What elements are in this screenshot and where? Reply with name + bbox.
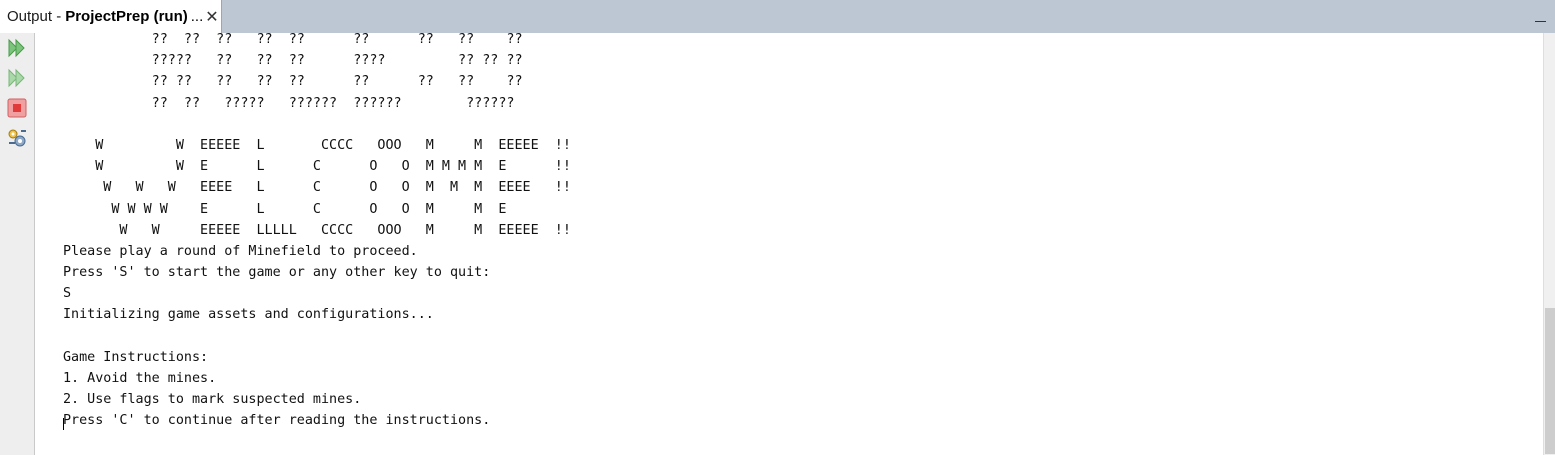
console-line: W W E L C O O M M M M E !!: [63, 159, 571, 175]
console-line: W W EEEEE L CCCC OOO M M EEEEE !!: [63, 137, 571, 153]
close-icon[interactable]: ✕: [205, 7, 218, 27]
console-line: Please play a round of Minefield to proc…: [63, 243, 418, 259]
console-line: W W EEEEE LLLLL CCCC OOO M M EEEEE !!: [63, 222, 571, 238]
tab-bar: Output - ProjectPrep (run) ... ✕: [0, 0, 1555, 33]
output-toolbar: [0, 33, 35, 455]
console-text: ?? ?? ?? ?? ?? ?? ?? ?? ?? ????? ?? ?? ?…: [63, 33, 571, 432]
rerun-with-different-params-icon[interactable]: [6, 67, 28, 89]
console-line: Game Instructions:: [63, 349, 209, 365]
output-window: Output - ProjectPrep (run) ... ✕ ?? ?? ?…: [0, 0, 1555, 455]
console-line: W W W EEEE L C O O M M M EEEE !!: [63, 180, 571, 196]
console-line: 1. Avoid the mines.: [63, 371, 217, 386]
tab-title-prefix: Output -: [7, 8, 62, 25]
console-line: 2. Use flags to mark suspected mines.: [63, 392, 362, 408]
minimize-icon[interactable]: [1535, 10, 1547, 22]
console-line: Initializing game assets and configurati…: [63, 307, 434, 323]
console-line: S: [63, 286, 72, 302]
console-line: Press 'C' to continue after reading the …: [63, 413, 491, 429]
vertical-scrollbar[interactable]: [1543, 33, 1555, 455]
rerun-icon[interactable]: [6, 37, 28, 59]
tab-title-ellipsis: ...: [190, 8, 204, 25]
console-line: ?? ?? ?? ?? ?? ?? ?? ?? ??: [63, 74, 523, 90]
tab-output-projectprep[interactable]: Output - ProjectPrep (run) ... ✕: [0, 0, 222, 33]
output-settings-icon[interactable]: [6, 127, 28, 149]
console-line: W W W W E L C O O M M E: [63, 201, 507, 217]
console-line: Press 'S' to start the game or any other…: [63, 265, 491, 281]
tab-title-name: ProjectPrep (run): [65, 8, 188, 25]
scrollbar-thumb[interactable]: [1545, 308, 1555, 454]
output-console[interactable]: ?? ?? ?? ?? ?? ?? ?? ?? ?? ????? ?? ?? ?…: [36, 33, 1542, 455]
console-line: ?? ?? ?? ?? ?? ?? ?? ?? ??: [63, 33, 523, 47]
text-caret: [63, 418, 64, 430]
stop-icon[interactable]: [6, 97, 28, 119]
console-line: ?? ?? ????? ?????? ?????? ??????: [63, 95, 515, 111]
console-line: ????? ?? ?? ?? ???? ?? ?? ??: [63, 53, 523, 69]
